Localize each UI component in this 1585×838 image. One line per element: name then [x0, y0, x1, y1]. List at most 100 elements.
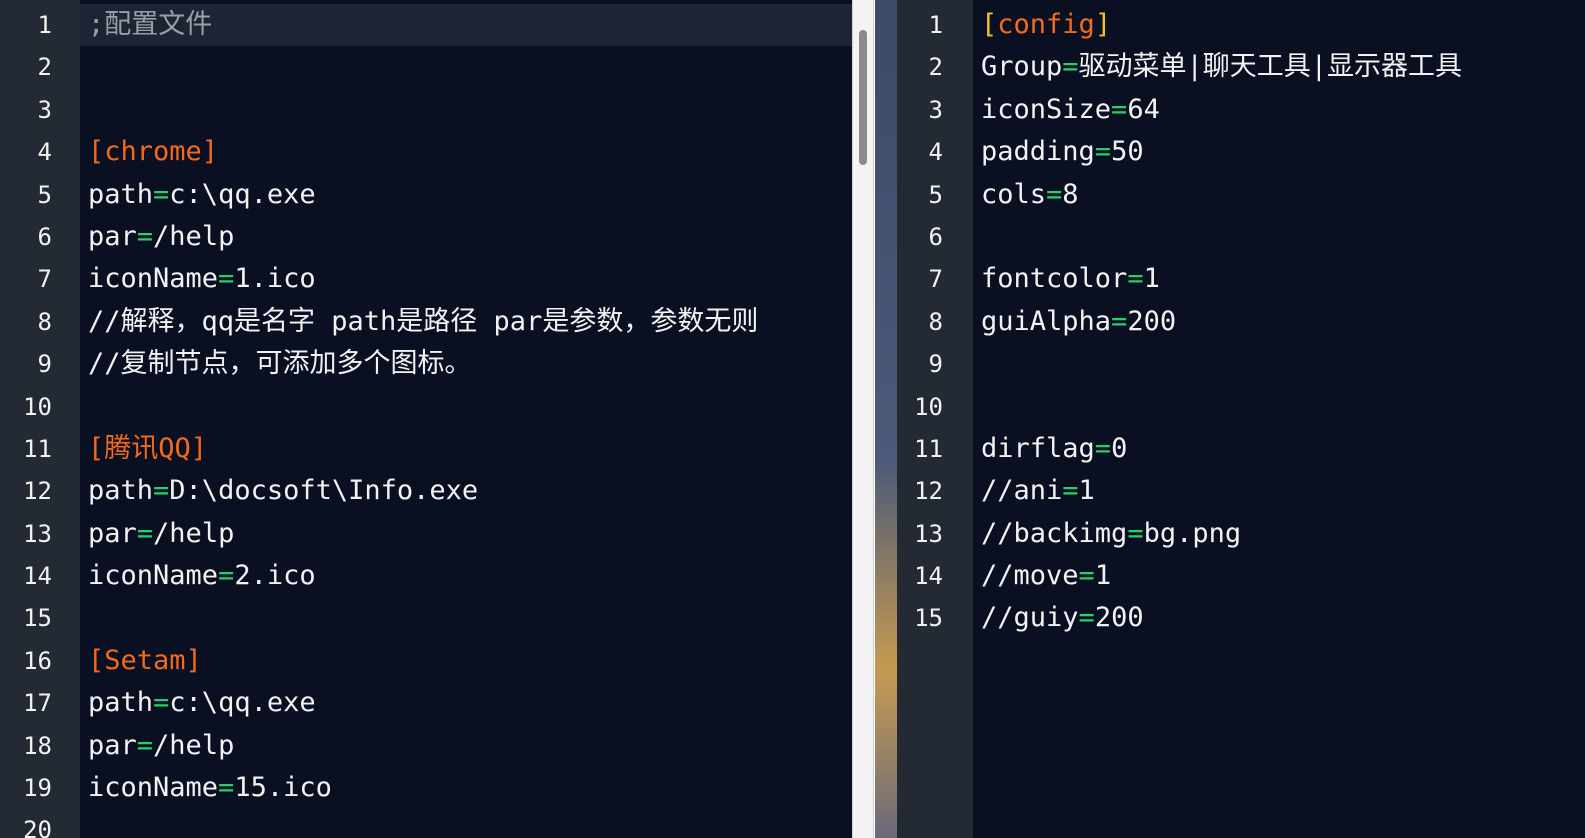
token-bracket: ] [1094, 9, 1112, 40]
token-key: path [88, 178, 154, 210]
token-section: [Setam] [88, 644, 202, 676]
left-scrollbar-thumb[interactable] [859, 30, 867, 165]
token-bracket: [ [981, 9, 998, 40]
line-number: 18 [23, 731, 52, 760]
token-val: 8 [1062, 178, 1079, 210]
token-key: //backimg [981, 517, 1128, 549]
token-eq: = [136, 729, 154, 761]
left-code-area[interactable]: ;配置文件 [chrome] path=c:\qq.exe par=/help icon… [80, 4, 852, 838]
token-val: 1 [1143, 263, 1160, 295]
right-line-numbers: 1 2 3 4 5 6 7 8 9 10 11 12 13 14 15 [897, 0, 973, 640]
code-line[interactable]: //ani=1 [973, 470, 1585, 512]
code-line[interactable] [973, 216, 1585, 258]
left-editor-pane[interactable]: 1 2 3 4 5 6 7 8 9 10 11 12 13 14 15 16 17 18 19 20 ;配置文件 [ch… [0, 0, 852, 838]
token-key: path [88, 687, 154, 719]
code-line[interactable]: //解释，qq是名字 path是路径 par是参数，参数无则 [80, 301, 852, 343]
token-val: c:\qq.exe [169, 687, 316, 719]
code-line[interactable]: [Setam] [80, 640, 852, 682]
code-line[interactable] [80, 809, 852, 838]
code-line[interactable]: path=c:\qq.exe [80, 174, 852, 216]
line-number: 20 [23, 816, 52, 838]
token-comment: ;配置文件 [88, 9, 213, 40]
token-eq: = [1127, 263, 1144, 295]
right-line-number-gutter: 1 2 3 4 5 6 7 8 9 10 11 12 13 14 15 [897, 0, 973, 838]
code-line[interactable]: [chrome] [80, 131, 852, 173]
code-line-current[interactable]: ;配置文件 [80, 4, 852, 47]
token-eq: = [136, 517, 154, 549]
code-line[interactable]: path=D:\docsoft\Info.exe [80, 470, 852, 512]
line-number: 11 [23, 434, 52, 463]
code-line[interactable]: guiAlpha=200 [973, 301, 1585, 343]
code-line[interactable] [80, 597, 852, 639]
token-key: iconName [88, 263, 219, 295]
token-eq: = [153, 178, 170, 210]
token-key: iconSize [981, 93, 1112, 125]
token-key: //guiy [981, 602, 1079, 634]
token-eq: = [1078, 560, 1095, 592]
token-key: par [88, 517, 137, 549]
code-line[interactable]: padding=50 [973, 131, 1585, 173]
line-number: 15 [23, 604, 52, 633]
code-line[interactable]: fontcolor=1 [973, 258, 1585, 300]
token-val: 64 [1127, 93, 1160, 125]
token-key: par [88, 729, 137, 761]
token-eq: = [1111, 93, 1128, 125]
token-key: path [88, 475, 154, 507]
code-line[interactable] [80, 386, 852, 428]
code-line[interactable]: iconName=1.ico [80, 258, 852, 300]
token-val: 2.ico [234, 560, 316, 592]
token-val: c:\qq.exe [169, 178, 316, 210]
left-line-number-gutter: 1 2 3 4 5 6 7 8 9 10 11 12 13 14 15 16 17 18 19 20 [0, 0, 80, 838]
token-val: 驱动菜单|聊天工具|显示器工具 [1078, 51, 1463, 83]
line-number: 3 [928, 95, 943, 124]
token-val: bg.png [1143, 517, 1242, 549]
token-val: /help [153, 517, 235, 549]
code-line[interactable] [80, 89, 852, 131]
code-line[interactable]: par=/help [80, 216, 852, 258]
code-line[interactable]: dirflag=0 [973, 428, 1585, 470]
right-editor-pane[interactable]: 1 2 3 4 5 6 7 8 9 10 11 12 13 14 15 [config] Group=驱动菜单… [897, 0, 1585, 838]
line-number: 13 [914, 519, 943, 548]
line-number: 14 [23, 562, 52, 591]
code-line[interactable] [973, 386, 1585, 428]
code-line[interactable]: Group=驱动菜单|聊天工具|显示器工具 [973, 46, 1585, 88]
code-line[interactable]: par=/help [80, 725, 852, 767]
token-val: 1.ico [234, 263, 316, 295]
code-line[interactable]: //backimg=bg.png [973, 513, 1585, 555]
token-key: //ani [981, 475, 1063, 507]
token-key: iconName [88, 560, 219, 592]
code-line[interactable]: iconSize=64 [973, 89, 1585, 131]
code-line[interactable]: cols=8 [973, 174, 1585, 216]
code-line[interactable]: [腾讯QQ] [80, 428, 852, 470]
code-line[interactable]: //move=1 [973, 555, 1585, 597]
line-number: 4 [928, 138, 943, 167]
line-number: 17 [23, 689, 52, 718]
token-key: //move [981, 560, 1079, 592]
token-key: fontcolor [981, 263, 1128, 295]
line-number: 1 [37, 11, 52, 39]
token-eq: = [153, 475, 170, 507]
token-key: guiAlpha [981, 305, 1112, 337]
code-line[interactable]: //复制节点，可添加多个图标。 [80, 343, 852, 385]
token-val: 0 [1111, 432, 1128, 464]
line-number: 7 [928, 265, 943, 294]
line-number: 11 [914, 434, 943, 463]
code-line[interactable] [80, 46, 852, 88]
token-val: /help [153, 220, 235, 252]
code-line[interactable]: iconName=2.ico [80, 555, 852, 597]
line-number: 14 [914, 562, 943, 591]
desktop-background-strip [875, 0, 897, 838]
token-val: 200 [1127, 305, 1177, 337]
code-line[interactable]: par=/help [80, 513, 852, 555]
code-line[interactable] [973, 343, 1585, 385]
code-line[interactable]: [config] [973, 4, 1585, 46]
line-number: 16 [23, 646, 52, 675]
line-number: 12 [914, 477, 943, 506]
token-eq: = [218, 263, 235, 295]
code-line[interactable]: iconName=15.ico [80, 767, 852, 809]
code-line[interactable]: //guiy=200 [973, 597, 1585, 639]
token-eq: = [136, 220, 154, 252]
token-eq: = [1062, 475, 1079, 507]
right-code-area[interactable]: [config] Group=驱动菜单|聊天工具|显示器工具 iconSize=64… [973, 4, 1585, 640]
code-line[interactable]: path=c:\qq.exe [80, 682, 852, 724]
